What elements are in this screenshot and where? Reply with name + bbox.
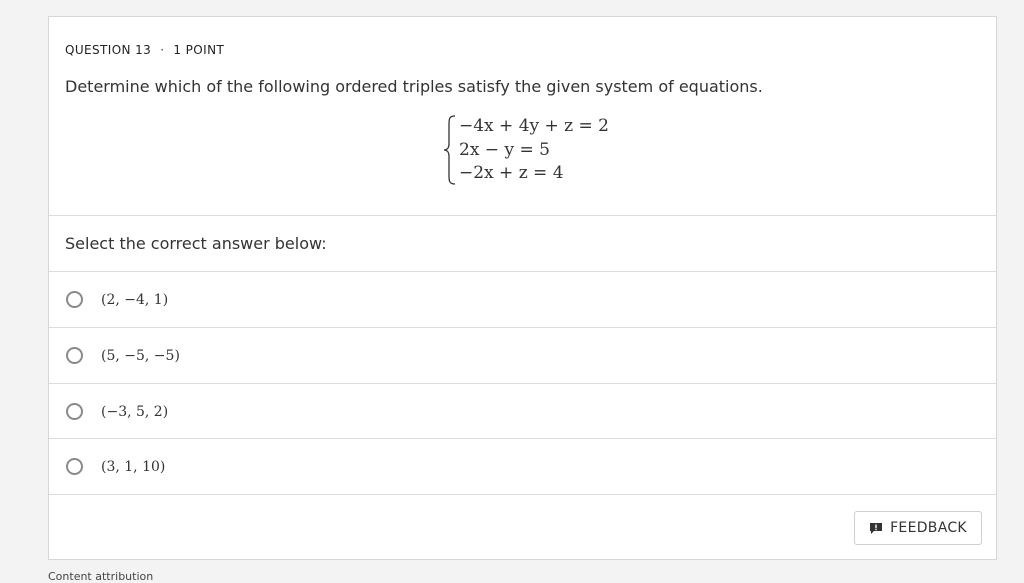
content-attribution-link[interactable]: Content attribution (48, 570, 153, 583)
equation-system: −4x + 4y + z = 2 2x − y = 5 −2x + z = 4 (443, 115, 609, 185)
equations-list: −4x + 4y + z = 2 2x − y = 5 −2x + z = 4 (457, 115, 609, 185)
equation-1: −4x + 4y + z = 2 (459, 116, 609, 136)
divider (49, 215, 996, 216)
feedback-button[interactable]: FEEDBACK (854, 511, 982, 545)
feedback-label: FEEDBACK (890, 520, 967, 536)
radio-button[interactable] (66, 347, 83, 364)
answer-option-label: (5, −5, −5) (101, 347, 180, 364)
answer-option-label: (2, −4, 1) (101, 291, 169, 308)
equation-3: −2x + z = 4 (459, 163, 564, 183)
equation-2: 2x − y = 5 (459, 139, 550, 160)
answer-instruction: Select the correct answer below: (65, 234, 327, 253)
radio-button[interactable] (66, 291, 83, 308)
question-prompt: Determine which of the following ordered… (65, 77, 763, 96)
left-brace-icon (443, 115, 456, 185)
question-card: QUESTION 13 · 1 POINT Determine which of… (48, 16, 997, 560)
header-separator: · (160, 43, 165, 57)
answer-option-2[interactable]: (5, −5, −5) (49, 328, 996, 383)
answer-option-label: (3, 1, 10) (101, 458, 166, 475)
feedback-icon (870, 522, 883, 534)
answer-option-3[interactable]: (−3, 5, 2) (49, 384, 996, 439)
answer-option-4[interactable]: (3, 1, 10) (49, 439, 996, 494)
answer-option-1[interactable]: (2, −4, 1) (49, 272, 996, 327)
radio-button[interactable] (66, 458, 83, 475)
question-header: QUESTION 13 · 1 POINT (65, 43, 224, 57)
radio-button[interactable] (66, 403, 83, 420)
question-points: 1 POINT (173, 43, 225, 57)
question-number: QUESTION 13 (65, 43, 152, 57)
answer-option-label: (−3, 5, 2) (101, 403, 169, 420)
divider (49, 494, 996, 495)
